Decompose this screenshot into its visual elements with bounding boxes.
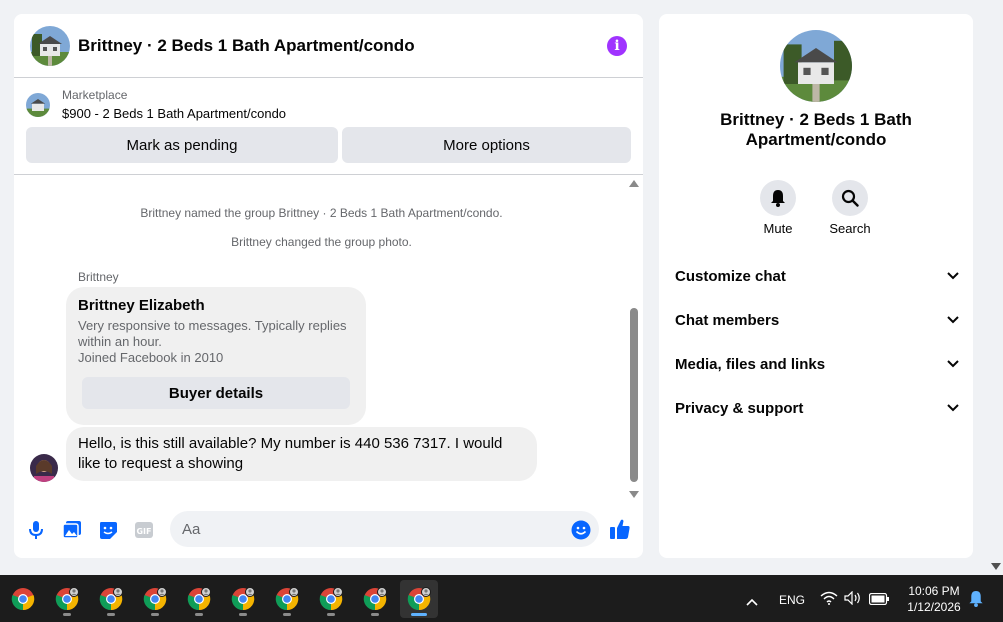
search-action[interactable]: Search — [820, 180, 880, 236]
mark-pending-button[interactable]: Mark as pending — [26, 127, 338, 163]
photo-icon[interactable] — [61, 519, 83, 541]
taskbar-chrome-icon[interactable] — [312, 580, 350, 618]
sender-name: Brittney — [78, 270, 119, 284]
svg-text:GIF: GIF — [136, 527, 151, 536]
clock[interactable]: 10:06 PM 1/12/2026 — [894, 583, 974, 615]
scroll-down-arrow[interactable] — [629, 491, 639, 498]
privacy-support-row[interactable]: Privacy & support — [675, 386, 959, 430]
notification-bell-icon[interactable] — [968, 590, 984, 612]
taskbar-chrome-icon[interactable] — [180, 580, 218, 618]
marketplace-listing-row[interactable]: Marketplace $900 - 2 Beds 1 Bath Apartme… — [26, 88, 631, 121]
taskbar: ENG 10:06 PM 1/12/2026 — [0, 575, 1003, 622]
battery-icon[interactable] — [868, 592, 889, 610]
more-options-button[interactable]: More options — [342, 127, 631, 163]
listing-title: $900 - 2 Beds 1 Bath Apartment/condo — [62, 106, 287, 121]
chevron-down-icon — [947, 316, 959, 324]
scroll-up-arrow[interactable] — [629, 180, 639, 187]
chat-members-row[interactable]: Chat members — [675, 298, 959, 342]
group-name: Brittney · 2 Beds 1 Bath Apartment/condo — [720, 110, 912, 149]
sender-avatar[interactable] — [30, 454, 58, 482]
chevron-down-icon — [947, 360, 959, 368]
mute-action[interactable]: Mute — [748, 180, 808, 236]
taskbar-chrome-icon[interactable] — [92, 580, 130, 618]
buyer-profile-card: Brittney Elizabeth Very responsive to me… — [66, 287, 366, 425]
taskbar-chrome-icon[interactable] — [224, 580, 262, 618]
composer: GIF — [14, 508, 643, 552]
taskbar-chrome-icon[interactable] — [400, 580, 438, 618]
taskbar-chrome-icon[interactable] — [48, 580, 86, 618]
taskbar-chrome-icon[interactable] — [356, 580, 394, 618]
listing-thumbnail — [26, 92, 50, 117]
system-message: Brittney changed the group photo. — [231, 235, 412, 249]
wifi-icon[interactable] — [820, 591, 838, 610]
thumbs-up-icon[interactable] — [609, 518, 631, 540]
taskbar-chrome-icon[interactable] — [136, 580, 174, 618]
microphone-icon[interactable] — [25, 519, 47, 541]
scroll-thumb[interactable] — [630, 308, 638, 482]
group-photo[interactable] — [780, 30, 852, 102]
buyer-name[interactable]: Brittney Elizabeth — [78, 297, 354, 314]
bell-icon[interactable] — [760, 180, 796, 216]
buyer-description: Very responsive to messages. Typically r… — [78, 318, 347, 365]
taskbar-chrome-icon[interactable] — [4, 580, 42, 618]
media-files-links-row[interactable]: Media, files and links — [675, 342, 959, 386]
chat-header: Brittney · 2 Beds 1 Bath Apartment/condo… — [14, 14, 643, 78]
mute-label: Mute — [763, 221, 793, 236]
taskbar-chrome-icon[interactable] — [268, 580, 306, 618]
marketplace-label: Marketplace — [62, 88, 128, 102]
thread-scrollbar[interactable] — [629, 180, 639, 498]
chat-panel: Brittney · 2 Beds 1 Bath Apartment/condo… — [14, 14, 643, 558]
group-avatar[interactable] — [30, 25, 70, 66]
chevron-down-icon — [947, 272, 959, 280]
search-label: Search — [829, 221, 871, 236]
chat-title[interactable]: Brittney · 2 Beds 1 Bath Apartment/condo — [78, 36, 607, 56]
message-thread: Brittney named the group Brittney · 2 Be… — [14, 176, 643, 502]
language-indicator[interactable]: ENG — [779, 593, 805, 607]
sticker-icon[interactable] — [97, 519, 119, 541]
message-input[interactable] — [170, 511, 599, 547]
info-icon[interactable]: i — [607, 35, 627, 56]
chevron-down-icon — [947, 404, 959, 412]
buyer-details-button[interactable]: Buyer details — [82, 377, 350, 409]
chat-info-panel: Brittney · 2 Beds 1 Bath Apartment/condo… — [659, 14, 973, 558]
chevron-up-icon[interactable] — [746, 593, 758, 611]
message-bubble[interactable]: Hello, is this still available? My numbe… — [66, 427, 537, 481]
marketplace-box: Marketplace $900 - 2 Beds 1 Bath Apartme… — [14, 78, 643, 175]
gif-icon[interactable]: GIF — [133, 519, 155, 541]
search-icon[interactable] — [832, 180, 868, 216]
customize-chat-row[interactable]: Customize chat — [675, 254, 959, 298]
page-scroll-down-arrow[interactable] — [991, 563, 1001, 570]
volume-icon[interactable] — [844, 590, 862, 610]
system-message: Brittney named the group Brittney · 2 Be… — [140, 206, 503, 220]
emoji-icon[interactable] — [570, 519, 592, 541]
